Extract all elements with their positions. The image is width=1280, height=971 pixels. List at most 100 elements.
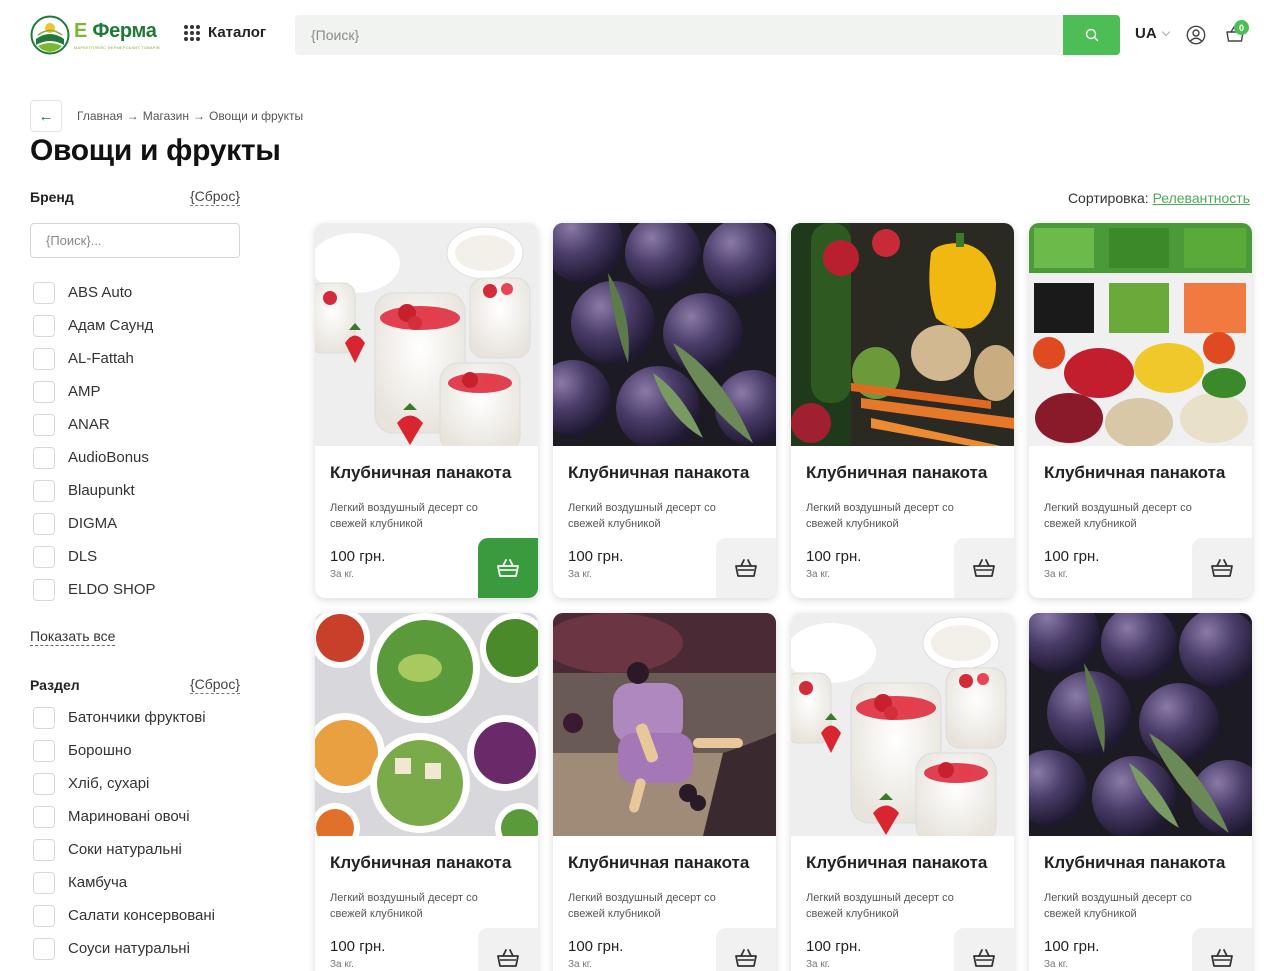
product-image[interactable] (315, 613, 538, 836)
checkbox[interactable] (33, 512, 55, 535)
product-image[interactable] (553, 223, 776, 446)
product-card[interactable]: Клубничная панакота Легкий воздушный десе… (553, 223, 776, 598)
grid-dots-icon (184, 24, 200, 41)
search-button[interactable] (1063, 15, 1120, 55)
product-unit: За кг. (1044, 959, 1068, 970)
checkbox[interactable] (33, 413, 55, 436)
checkbox[interactable] (33, 380, 55, 403)
product-card[interactable]: Клубничная панакота Легкий воздушный десе… (791, 223, 1014, 598)
product-title[interactable]: Клубничная панакота (1044, 463, 1225, 483)
product-title[interactable]: Клубничная панакота (806, 853, 987, 873)
site-header: Е Ферма МАРКЕТПЛЕЙС ФЕРМЕРСЬКИХ ТОВАРІВ … (0, 0, 1280, 70)
product-title[interactable]: Клубничная панакота (330, 853, 511, 873)
checkbox[interactable] (33, 281, 55, 304)
brand-option[interactable]: AudioBonus (33, 441, 156, 474)
section-option[interactable]: Соуси натуральні (33, 932, 215, 965)
show-all-link[interactable]: Показать все (30, 628, 116, 646)
add-to-cart-button[interactable] (1192, 928, 1252, 971)
checkbox[interactable] (33, 772, 55, 795)
add-to-cart-button[interactable] (478, 928, 538, 971)
brand-option-label: DLS (68, 548, 98, 565)
add-to-cart-button[interactable] (716, 928, 776, 971)
product-title[interactable]: Клубничная панакота (1044, 853, 1225, 873)
section-option[interactable]: Камбуча (33, 866, 215, 899)
logo-wordmark: Е Ферма (74, 21, 160, 41)
product-image[interactable] (791, 223, 1014, 446)
brand-option[interactable]: ANAR (33, 408, 156, 441)
product-title[interactable]: Клубничная панакота (806, 463, 987, 483)
basket-icon (973, 559, 995, 577)
sort-dropdown-link[interactable]: Релевантность (1153, 190, 1250, 206)
add-to-cart-button[interactable] (716, 538, 776, 598)
product-card[interactable]: Клубничная панакота Легкий воздушный десе… (315, 613, 538, 971)
breadcrumb-home[interactable]: Главная (77, 109, 123, 123)
language-selector[interactable]: UA (1135, 25, 1170, 42)
section-filter-header: Раздел {Сброс} (30, 676, 240, 694)
checkbox[interactable] (33, 871, 55, 894)
product-image[interactable] (553, 613, 776, 836)
catalog-button[interactable]: Каталог (184, 24, 266, 41)
checkbox[interactable] (33, 706, 55, 729)
back-button[interactable]: ← (30, 100, 62, 132)
brand-option[interactable]: DLS (33, 540, 156, 573)
checkbox[interactable] (33, 545, 55, 568)
brand-option[interactable]: Blaupunkt (33, 474, 156, 507)
product-description: Легкий воздушный десерт со свежей клубни… (330, 892, 478, 920)
brand-search-input[interactable] (30, 223, 240, 258)
product-image[interactable] (315, 223, 538, 446)
checkbox[interactable] (33, 347, 55, 370)
brand-checkbox-list: ABS Auto Адам Саунд AL-Fattah AMP ANAR AudioB… (33, 276, 156, 606)
product-card[interactable]: Клубничная панакота Легкий воздушный десе… (1029, 223, 1252, 598)
section-option[interactable]: Батончики фруктові (33, 701, 215, 734)
section-option[interactable]: Борошно (33, 734, 215, 767)
product-image[interactable] (791, 613, 1014, 836)
add-to-cart-button[interactable] (954, 538, 1014, 598)
section-option[interactable]: Хліб, сухарі (33, 767, 215, 800)
brand-option[interactable]: ELDO SHOP (33, 573, 156, 606)
section-reset-link[interactable]: {Сброс} (189, 676, 240, 694)
breadcrumb-shop[interactable]: Магазин (143, 109, 189, 123)
language-label: UA (1135, 25, 1157, 42)
section-option[interactable]: Мариновані овочі (33, 800, 215, 833)
product-image[interactable] (1029, 223, 1252, 446)
search-input[interactable] (295, 15, 1063, 55)
product-card[interactable]: Клубничная панакота Легкий воздушный десе… (553, 613, 776, 971)
brand-option[interactable]: Адам Саунд (33, 309, 156, 342)
sort-control: Сортировка: Релевантность (1068, 190, 1250, 206)
logo-tagline: МАРКЕТПЛЕЙС ФЕРМЕРСЬКИХ ТОВАРІВ (74, 44, 160, 50)
brand-reset-link[interactable]: {Сброс} (189, 188, 240, 206)
checkbox[interactable] (33, 805, 55, 828)
checkbox[interactable] (33, 937, 55, 960)
product-unit: За кг. (806, 569, 830, 580)
product-image[interactable] (1029, 613, 1252, 836)
add-to-cart-button[interactable] (954, 928, 1014, 971)
user-icon[interactable] (1186, 25, 1206, 45)
checkbox[interactable] (33, 314, 55, 337)
add-to-cart-button[interactable] (1192, 538, 1252, 598)
brand-option[interactable]: AMP (33, 375, 156, 408)
cart-count-badge: 0 (1234, 20, 1249, 35)
checkbox[interactable] (33, 446, 55, 469)
product-title[interactable]: Клубничная панакота (568, 853, 749, 873)
section-option[interactable]: Салати консервовані (33, 899, 215, 932)
product-title[interactable]: Клубничная панакота (568, 463, 749, 483)
product-card[interactable]: Клубничная панакота Легкий воздушный десе… (1029, 613, 1252, 971)
product-price: 100 грн. (806, 548, 862, 565)
checkbox[interactable] (33, 739, 55, 762)
logo-letter: Е (74, 19, 88, 42)
product-card[interactable]: Клубничная панакота Легкий воздушный десе… (315, 223, 538, 598)
brand-option[interactable]: DIGMA (33, 507, 156, 540)
brand-option-label: ABS Auto (68, 284, 133, 301)
section-filter-title: Раздел (30, 677, 80, 693)
add-to-cart-button[interactable] (478, 538, 538, 598)
product-card[interactable]: Клубничная панакота Легкий воздушный десе… (791, 613, 1014, 971)
product-title[interactable]: Клубничная панакота (330, 463, 511, 483)
site-logo[interactable]: Е Ферма МАРКЕТПЛЕЙС ФЕРМЕРСЬКИХ ТОВАРІВ (30, 14, 160, 56)
checkbox[interactable] (33, 838, 55, 861)
checkbox[interactable] (33, 904, 55, 927)
section-option[interactable]: Соки натуральні (33, 833, 215, 866)
checkbox[interactable] (33, 479, 55, 502)
brand-option[interactable]: ABS Auto (33, 276, 156, 309)
brand-option[interactable]: AL-Fattah (33, 342, 156, 375)
checkbox[interactable] (33, 578, 55, 601)
